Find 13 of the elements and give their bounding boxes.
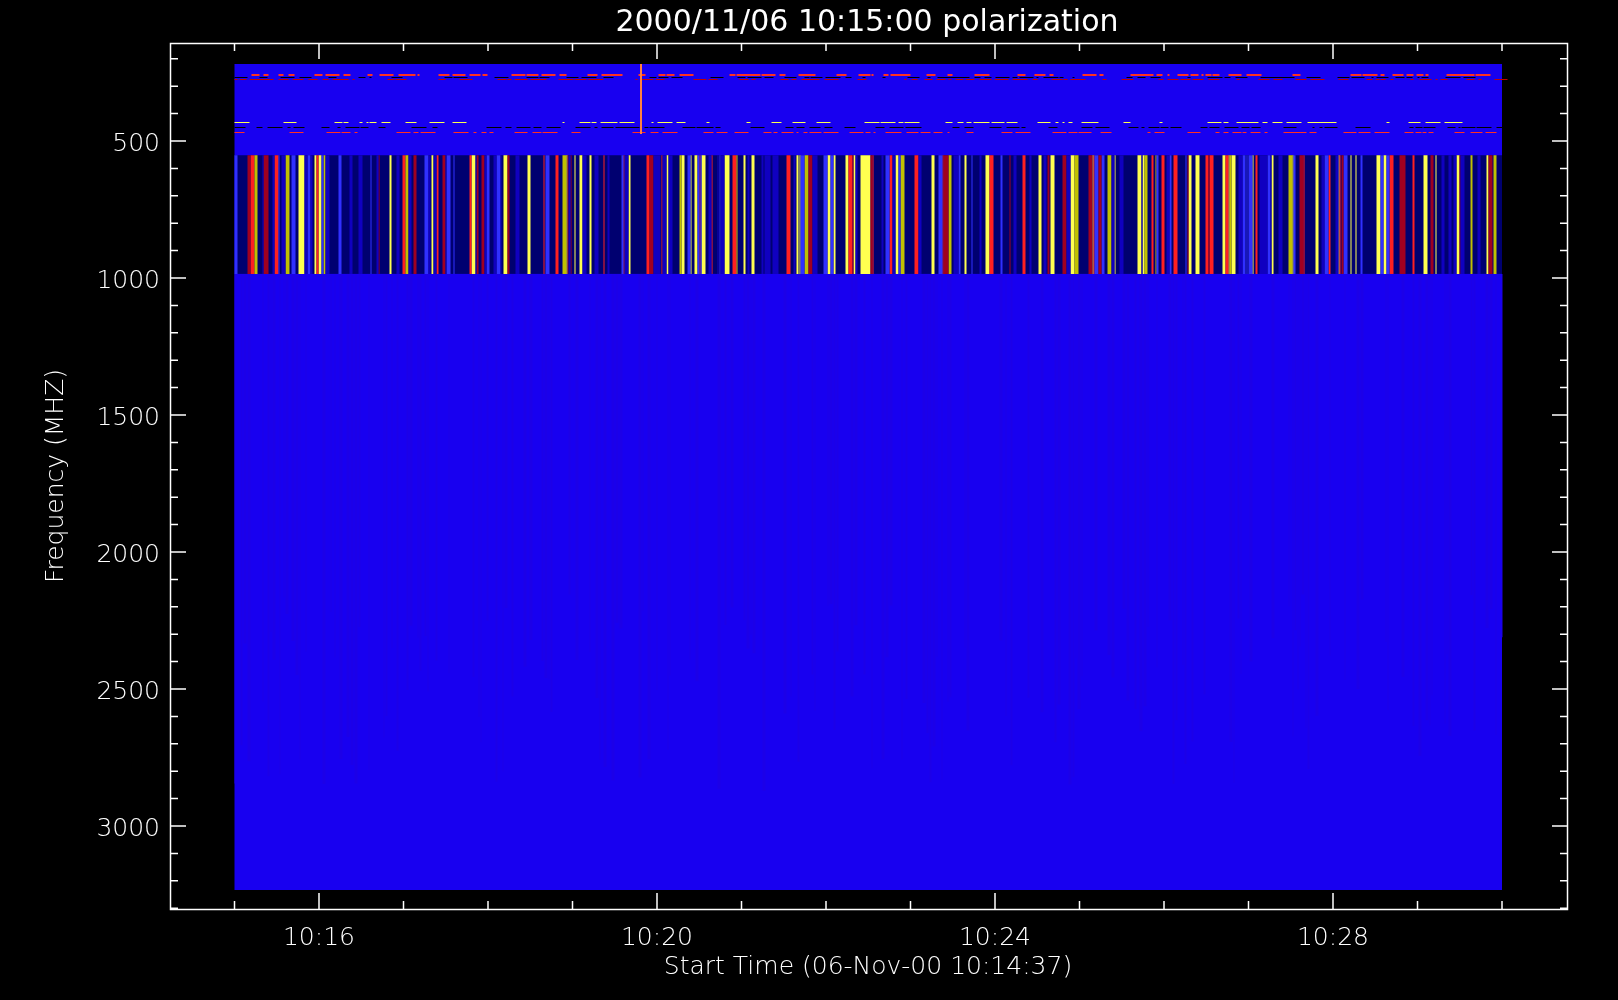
x-tick-label: 10:16	[283, 922, 355, 951]
y-tick-label: 2000	[96, 539, 160, 568]
x-tick-label: 10:24	[959, 922, 1031, 951]
y-tick-label: 3000	[96, 813, 160, 842]
x-tick-label: 10:20	[621, 922, 693, 951]
x-tick-label: 10:28	[1297, 922, 1369, 951]
y-tick-label: 1000	[96, 265, 160, 294]
x-axis-label: Start Time (06-Nov-00 10:14:37)	[663, 951, 1073, 980]
y-tick-label: 500	[112, 128, 160, 157]
y-axis-label: Frequency (MHZ)	[40, 368, 69, 584]
y-tick-label: 1500	[96, 402, 160, 431]
y-tick-label: 2500	[96, 676, 160, 705]
plot-title: 2000/11/06 10:15:00 polarization	[615, 3, 1119, 38]
